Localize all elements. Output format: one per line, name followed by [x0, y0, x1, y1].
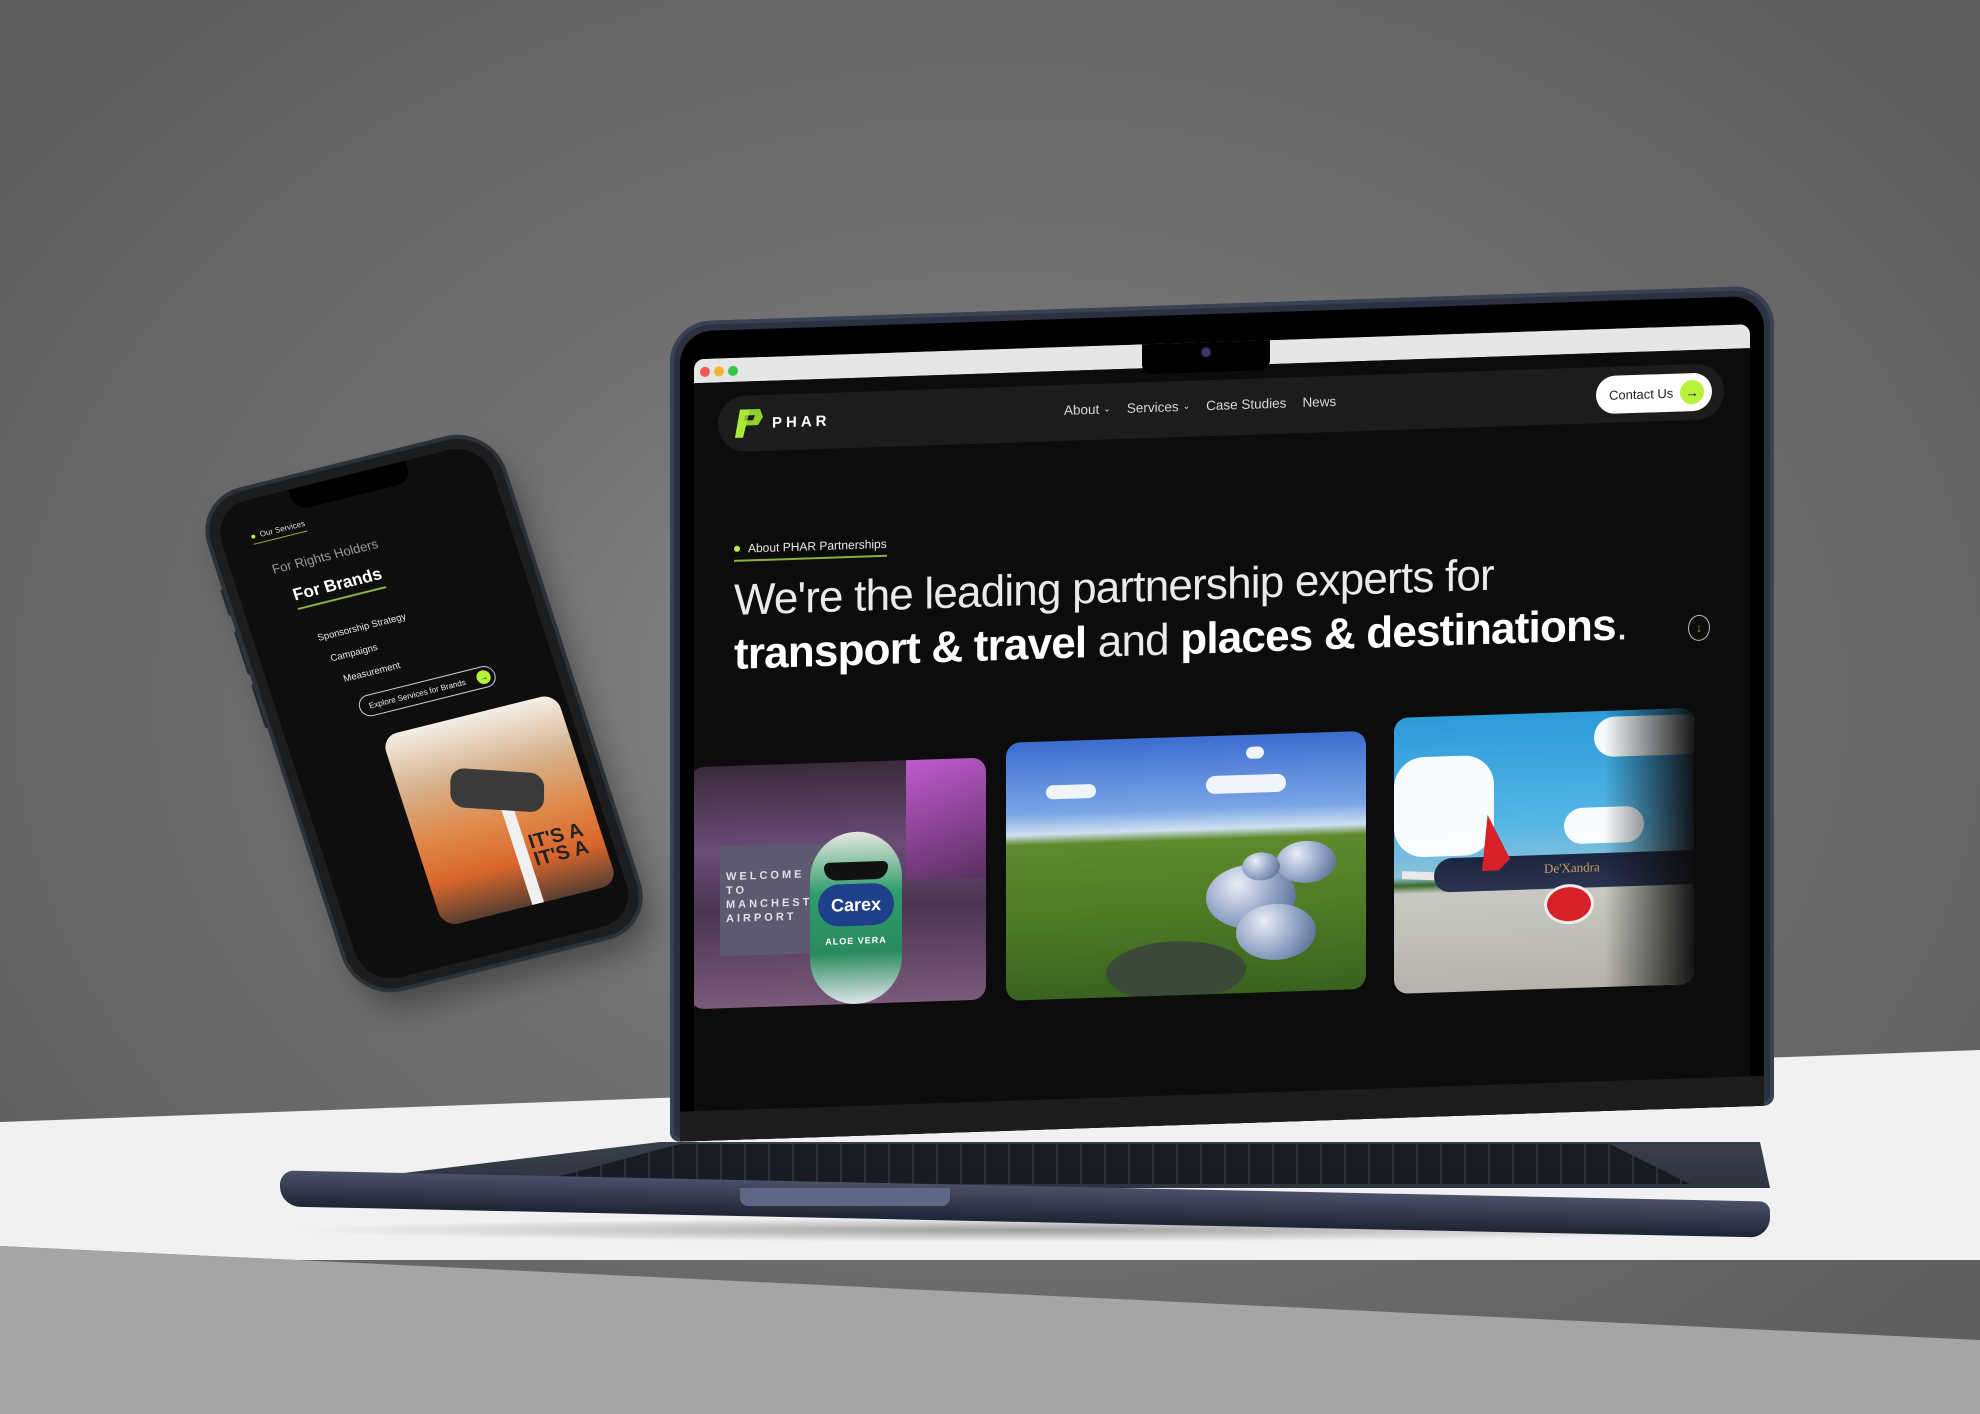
- bullet-dot-icon: [734, 545, 740, 552]
- carex-label: Carex: [818, 882, 894, 928]
- image-gallery: WELCOME TO MANCHESTER AIRPORT Carex ALOE…: [694, 708, 1750, 1013]
- nav-item-services[interactable]: Services ⌄: [1127, 399, 1190, 416]
- nav-item-news[interactable]: News: [1302, 394, 1336, 410]
- cta-label: Explore Services for Brands: [367, 677, 467, 710]
- suspended-car: [450, 767, 545, 813]
- chevron-down-icon: ⌄: [1182, 400, 1191, 411]
- cloud: [1394, 754, 1494, 858]
- arrow-right-icon: →: [474, 668, 493, 686]
- website: PHAR About ⌄ Services ⌄ Case Studies New…: [694, 348, 1750, 1112]
- laptop-opening-notch: [740, 1188, 950, 1206]
- services-eyebrow: Our Services: [249, 519, 308, 545]
- gallery-photo-airasia-plane[interactable]: De'Xandra: [1394, 708, 1694, 994]
- photo-fade: [1604, 708, 1694, 988]
- site-navbar: PHAR About ⌄ Services ⌄ Case Studies New…: [718, 363, 1724, 453]
- livery-text: De'Xandra: [1544, 859, 1600, 877]
- billboard-text: IT'S A IT'S A: [525, 819, 592, 871]
- hero-eyebrow: About PHAR Partnerships: [734, 536, 887, 562]
- contact-us-button[interactable]: Contact Us →: [1596, 372, 1712, 415]
- sunglasses: [824, 860, 888, 881]
- cloud: [1046, 783, 1096, 800]
- plane-engine: [1544, 883, 1594, 926]
- headline-emphasis-places: places & destinations: [1180, 600, 1616, 665]
- tab-for-brands[interactable]: For Brands: [290, 564, 387, 610]
- nav-label: Services: [1126, 399, 1179, 416]
- chevron-down-icon: ⌄: [1103, 403, 1111, 414]
- nav-item-about[interactable]: About ⌄: [1064, 401, 1111, 418]
- arrow-down-icon: ↓: [1696, 620, 1702, 635]
- laptop-base: [280, 1142, 1770, 1250]
- headline-period: .: [1615, 600, 1628, 650]
- window-maximize-button[interactable]: [728, 365, 738, 377]
- laptop-bezel: PHAR About ⌄ Services ⌄ Case Studies New…: [680, 295, 1764, 1142]
- services-list: Sponsorship Strategy Campaigns Measureme…: [314, 606, 424, 694]
- cloud: [1246, 746, 1264, 759]
- cloud: [1206, 773, 1286, 795]
- nav-label: About: [1064, 401, 1100, 418]
- nav-item-case-studies[interactable]: Case Studies: [1206, 396, 1286, 414]
- scroll-down-button[interactable]: ↓: [1688, 614, 1710, 642]
- camera-icon: [1202, 348, 1210, 357]
- photo-detail: [906, 757, 986, 881]
- arrow-right-icon: →: [1680, 379, 1704, 405]
- window-close-button[interactable]: [700, 366, 710, 378]
- camera-notch: [1142, 336, 1270, 375]
- brand-name: PHAR: [772, 412, 831, 432]
- visitor-centre-roof: [1106, 938, 1246, 1001]
- headline-emphasis-transport: transport & travel: [734, 618, 1087, 679]
- bullet-dot-icon: [250, 533, 256, 539]
- gallery-photo-eden-project[interactable]: [1006, 730, 1366, 1001]
- nav-label: Case Studies: [1206, 395, 1287, 414]
- laptop-keyboard: [530, 1144, 1690, 1184]
- phar-p-logo-icon: [735, 409, 763, 438]
- eyebrow-label: About PHAR Partnerships: [748, 536, 887, 556]
- biome-dome: [1236, 902, 1316, 962]
- product-label: ALOE VERA: [825, 934, 887, 947]
- eyebrow-label: Our Services: [258, 519, 307, 539]
- biome-dome: [1276, 839, 1336, 884]
- nav-label: News: [1302, 393, 1337, 411]
- hero-headline: We're the leading partnership experts fo…: [734, 544, 1627, 682]
- contact-label: Contact Us: [1609, 385, 1674, 403]
- gallery-photo-carex-airport[interactable]: WELCOME TO MANCHESTER AIRPORT Carex ALOE…: [694, 757, 986, 1010]
- phone-photo-sixt-installation[interactable]: IT'S A IT'S A: [381, 693, 618, 928]
- main-menu: About ⌄ Services ⌄ Case Studies News: [1064, 394, 1336, 418]
- laptop-lid: PHAR About ⌄ Services ⌄ Case Studies New…: [670, 285, 1774, 1142]
- carex-bottle: Carex ALOE VERA: [810, 830, 902, 1006]
- site-logo[interactable]: PHAR: [734, 405, 831, 440]
- headline-connector: and: [1086, 615, 1181, 668]
- laptop-screen: PHAR About ⌄ Services ⌄ Case Studies New…: [694, 324, 1750, 1112]
- window-minimize-button[interactable]: [714, 366, 724, 377]
